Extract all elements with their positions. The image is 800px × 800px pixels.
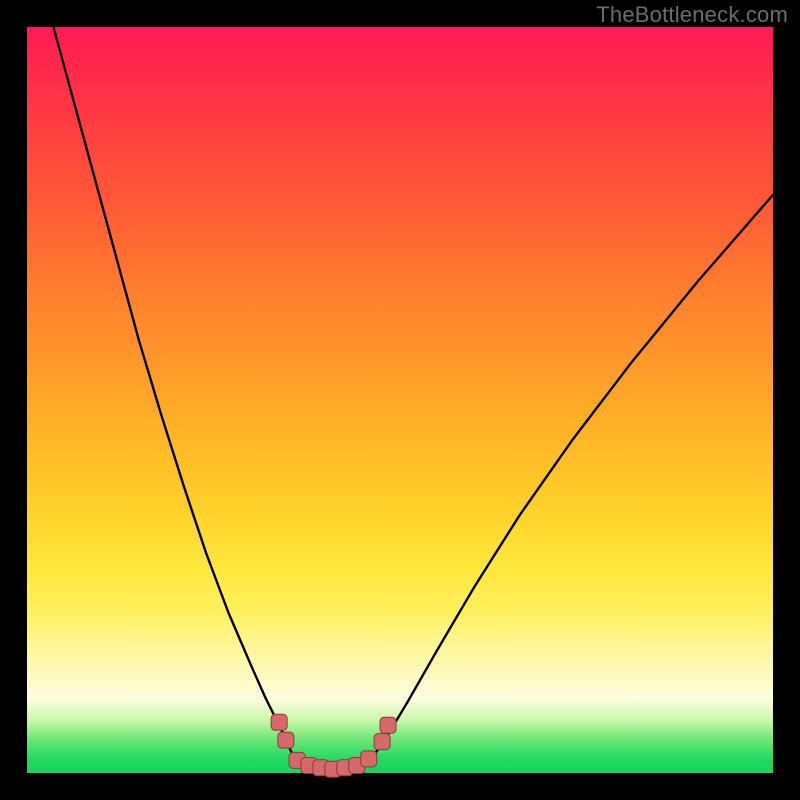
marker-point-0 (271, 714, 287, 730)
bottleneck-curve (49, 12, 773, 769)
watermark-text: TheBottleneck.com (596, 2, 788, 28)
chart-frame: TheBottleneck.com (0, 0, 800, 800)
marker-point-10 (380, 717, 396, 733)
chart-overlay (27, 27, 773, 773)
marker-group (271, 714, 396, 777)
curve-group (49, 12, 773, 769)
marker-point-8 (361, 751, 377, 767)
marker-point-1 (278, 732, 294, 748)
marker-point-9 (374, 734, 390, 750)
